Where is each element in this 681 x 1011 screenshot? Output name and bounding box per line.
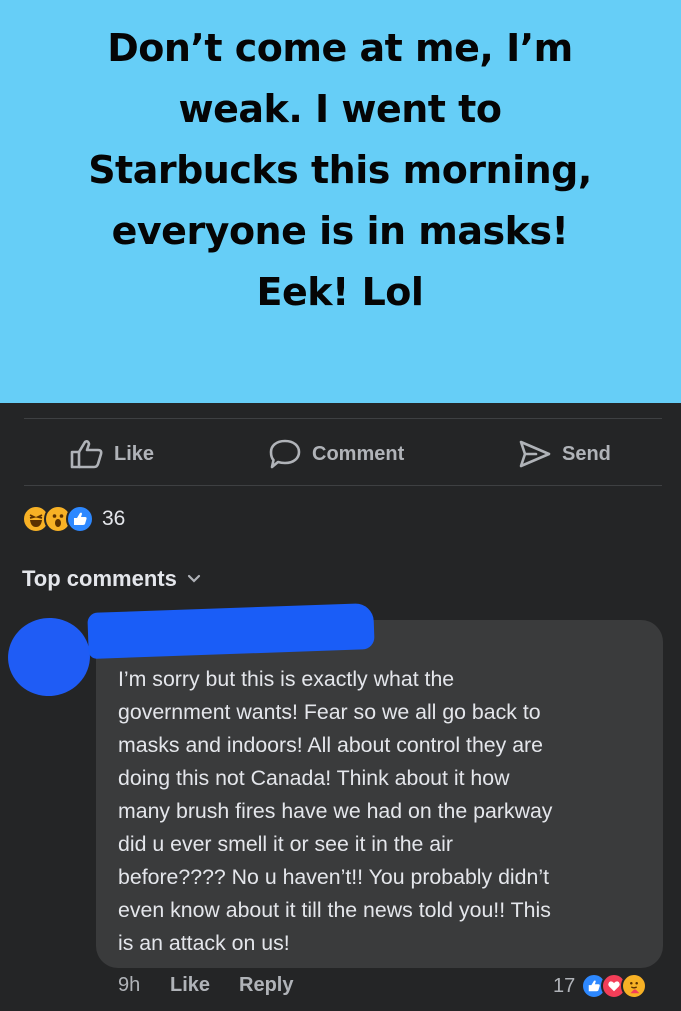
comment-line: before???? No u haven’t!! You probably d… — [118, 865, 550, 889]
comment-line: doing this not Canada! Think about it ho… — [118, 766, 510, 790]
post-line: Eek! Lol — [256, 270, 424, 314]
like-button[interactable]: Like — [70, 437, 154, 471]
divider — [24, 485, 662, 486]
comment-reaction-count: 17 — [553, 974, 576, 997]
comment-line: masks and indoors! All about control the… — [118, 733, 543, 757]
post-line: Don’t come at me, I’m — [107, 26, 573, 70]
comment-reply-button[interactable]: Reply — [239, 974, 293, 997]
comment-reactions[interactable]: 17 — [553, 973, 648, 999]
comment-sort-label: Top comments — [22, 566, 177, 591]
divider — [24, 418, 662, 419]
send-icon — [519, 440, 551, 468]
comment-sort-dropdown[interactable]: Top comments — [22, 566, 201, 592]
reaction-count: 36 — [102, 507, 126, 530]
comment-line: I’m sorry but this is exactly what the — [118, 667, 455, 691]
post-background: Don’t come at me, I’m weak. I went to St… — [0, 0, 681, 403]
comment-line: even know about it till the news told yo… — [118, 898, 551, 922]
reaction-summary[interactable]: 36 — [22, 505, 125, 533]
comment-line: many brush fires have we had on the park… — [118, 799, 553, 823]
comment-text: I’m sorry but this is exactly what the g… — [118, 663, 648, 960]
send-button[interactable]: Send — [518, 437, 611, 471]
comment-icon — [269, 439, 301, 469]
post-line: weak. I went to — [178, 87, 502, 131]
comment-label: Comment — [312, 442, 405, 465]
comment-line: government wants! Fear so we all go back… — [118, 700, 541, 724]
post-line: everyone is in masks! — [111, 209, 569, 253]
care-icon — [621, 973, 648, 999]
comment-line: did u ever smell it or see it in the air — [118, 832, 453, 856]
comment-like-button[interactable]: Like — [170, 974, 210, 997]
comment-button[interactable]: Comment — [268, 437, 404, 471]
like-icon — [66, 505, 94, 533]
chevron-down-icon — [187, 574, 200, 583]
post-line: Starbucks this morning, — [88, 148, 592, 192]
comment-timestamp: 9h — [118, 974, 141, 996]
comment-line: is an attack on us! — [118, 931, 290, 955]
thumbs-up-icon — [70, 440, 103, 469]
post-text: Don’t come at me, I’m weak. I went to St… — [40, 18, 640, 323]
like-label: Like — [114, 442, 155, 465]
send-label: Send — [562, 442, 611, 465]
